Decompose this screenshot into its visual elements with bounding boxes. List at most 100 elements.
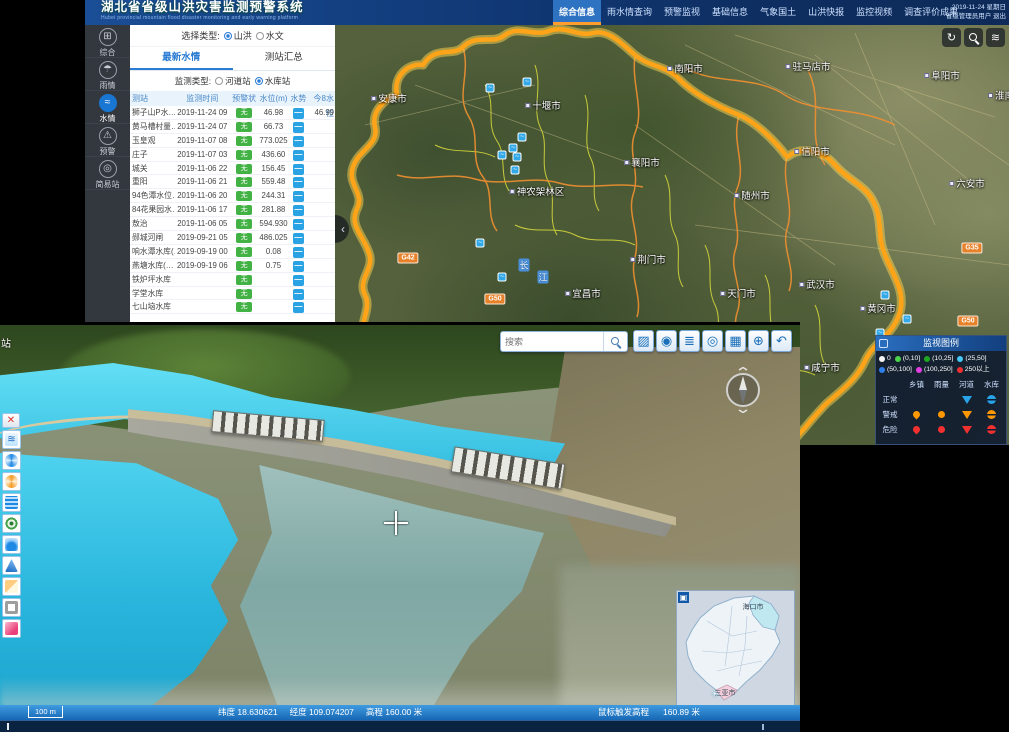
tab-1[interactable]: 测站汇总 <box>233 47 336 70</box>
timeline-cursor[interactable] <box>7 723 9 730</box>
search-button[interactable] <box>603 332 627 351</box>
water-station-marker[interactable]: ~ <box>881 291 890 300</box>
sidebar-item-0[interactable]: ⊞综合 <box>85 25 130 58</box>
radar-tool-icon <box>5 517 18 530</box>
timeline-bar[interactable] <box>0 720 800 732</box>
water-station-marker[interactable]: ~ <box>498 273 507 282</box>
image-tool[interactable]: ▦ <box>725 330 746 352</box>
typhoon-tool[interactable] <box>2 472 21 491</box>
sidebar-item-3[interactable]: ⚠预警 <box>85 124 130 157</box>
thematic-map-tool[interactable] <box>2 619 21 638</box>
nav-item-0[interactable]: 综合信息 <box>553 0 601 25</box>
table-row[interactable]: 郧城河闸2019-09-21 05无486.025— <box>130 231 335 245</box>
water-station-marker[interactable]: ~ <box>518 133 527 142</box>
table-row[interactable]: 重阳2019-11-06 21无559.48— <box>130 175 335 189</box>
cell-time <box>175 300 230 313</box>
water-station-marker[interactable]: ~ <box>486 84 495 93</box>
col-header-0[interactable]: 测站 <box>130 91 175 106</box>
trend-steady-icon: — <box>293 108 304 119</box>
table-row[interactable]: 燕塘水库(…2019-09-19 06无0.75— <box>130 259 335 273</box>
table-row[interactable]: 84花果园水…2019-11-06 17无281.88— <box>130 203 335 217</box>
zoom-button[interactable] <box>964 28 983 47</box>
table-row[interactable]: 响水潭水库(…2019-09-19 00无0.08— <box>130 245 335 259</box>
sidebar-item-2[interactable]: ≈水情 <box>85 91 130 124</box>
table-row[interactable]: 七山垴水库无— <box>130 300 335 314</box>
tab-0[interactable]: 最新水情 <box>130 47 233 70</box>
type-filter-option-1[interactable]: 水文 <box>256 29 284 42</box>
nav-item-6[interactable]: 监控视频 <box>850 0 898 25</box>
flood-wave-tool-icon: ≋ <box>5 433 18 446</box>
status-badge: 无 <box>236 205 252 215</box>
splash-tool[interactable] <box>2 535 21 554</box>
table-row[interactable]: 城关2019-11-06 22无156.45— <box>130 162 335 176</box>
monitor-filter-option-1[interactable]: 水库站 <box>255 75 291 87</box>
nav-item-5[interactable]: 山洪快报 <box>802 0 850 25</box>
inundation-tool[interactable] <box>2 556 21 575</box>
water-station-marker[interactable]: ~ <box>511 166 520 175</box>
table-row[interactable]: 黄马槽村量…2019-11-24 07无66.73— <box>130 120 335 134</box>
reservoir-circle-icon <box>987 410 996 419</box>
whirlpool-tool[interactable] <box>2 451 21 470</box>
table-row[interactable]: 庄子2019-11-07 03无436.60— <box>130 148 335 162</box>
trend-steady-icon: — <box>293 247 304 258</box>
table-row[interactable]: 玉皇观2019-11-07 08无773.025— <box>130 134 335 148</box>
col-header-1[interactable]: 监测时间 <box>175 91 230 106</box>
sidebar-item-1[interactable]: ☂雨情 <box>85 58 130 91</box>
city-name: 神农架林区 <box>517 184 565 198</box>
list-tool[interactable]: ≣ <box>679 330 700 352</box>
sediment-tool[interactable] <box>2 577 21 596</box>
refresh-button[interactable]: ↻ <box>942 28 961 47</box>
type-filter-option-0[interactable]: 山洪 <box>224 29 252 42</box>
nav-item-3[interactable]: 基础信息 <box>706 0 754 25</box>
table-row[interactable]: 敖治2019-11-06 05无594.930— <box>130 217 335 231</box>
col-header-4[interactable]: 水势 <box>289 91 309 106</box>
rain-dot-icon <box>938 426 945 433</box>
eye-tool[interactable]: ◎ <box>702 330 723 352</box>
table-row[interactable]: 学堂水库无— <box>130 287 335 301</box>
nav-item-1[interactable]: 雨水情查询 <box>601 0 658 25</box>
legend-color-dot <box>957 356 963 362</box>
cell-time: 2019-09-21 05 <box>175 231 230 244</box>
cell-level: 46.98 <box>258 106 288 119</box>
compass[interactable] <box>723 367 763 413</box>
cell-trend: — <box>289 106 309 119</box>
type-filter: 选择类型:山洪水文 <box>130 25 335 47</box>
flood-wave-tool[interactable]: ≋ <box>2 430 21 449</box>
globe-tool[interactable]: ⊕ <box>748 330 769 352</box>
overview-minimap[interactable]: ▣ 海口市三亚市 ✳ <box>676 590 795 705</box>
city-marker-icon <box>785 64 790 69</box>
col-header-5[interactable]: 今8水位 <box>308 91 335 106</box>
cell-station: 七山垴水库 <box>130 300 175 313</box>
water-station-marker[interactable]: ~ <box>513 153 522 162</box>
search-input[interactable] <box>501 332 603 351</box>
table-row[interactable]: 狮子山P水…2019-11-24 09无46.98—46.99 <box>130 106 335 120</box>
minimap-toggle-button[interactable]: ▣ <box>678 592 689 603</box>
table-row[interactable]: 铁炉坪水库无— <box>130 273 335 287</box>
scene-3d[interactable]: 站 ▨◉≣◎▦⊕↶ ✕≋ ▣ <box>0 325 800 705</box>
layers-button[interactable]: ≋ <box>986 28 1005 47</box>
water-station-marker[interactable]: ~ <box>903 315 912 324</box>
sidebar-item-4[interactable]: ◎简易站 <box>85 157 130 190</box>
water-grid-tool[interactable] <box>2 493 21 512</box>
close-viewer-button[interactable]: ✕ <box>2 413 20 428</box>
legend-cell <box>979 392 1004 407</box>
camera-tool[interactable]: ◉ <box>656 330 677 352</box>
col-header-3[interactable]: 水位(m) <box>258 91 288 106</box>
legend-title-text: 监视图例 <box>923 338 959 348</box>
nav-item-4[interactable]: 气象国土 <box>754 0 802 25</box>
col-header-2[interactable]: 预警状态 <box>230 91 258 106</box>
city-marker-icon <box>525 103 530 108</box>
city-name: 驻马店市 <box>792 59 830 73</box>
water-station-marker[interactable]: ~ <box>509 144 518 153</box>
water-station-marker[interactable]: ~ <box>498 151 507 160</box>
nav-item-2[interactable]: 预警监视 <box>658 0 706 25</box>
undo-tool[interactable]: ↶ <box>771 330 792 352</box>
user-text[interactable]: 省级管理员用户 退出 <box>946 12 1006 21</box>
monitor-filter-option-0[interactable]: 河道站 <box>215 75 251 87</box>
water-station-marker[interactable]: ~ <box>476 239 485 248</box>
table-row[interactable]: 94色潭水位…2019-11-06 20无244.31— <box>130 189 335 203</box>
water-station-marker[interactable]: ~ <box>523 78 532 87</box>
frame-tool[interactable] <box>2 598 21 617</box>
radar-tool[interactable] <box>2 514 21 533</box>
draw-chart-tool[interactable]: ▨ <box>633 330 654 352</box>
